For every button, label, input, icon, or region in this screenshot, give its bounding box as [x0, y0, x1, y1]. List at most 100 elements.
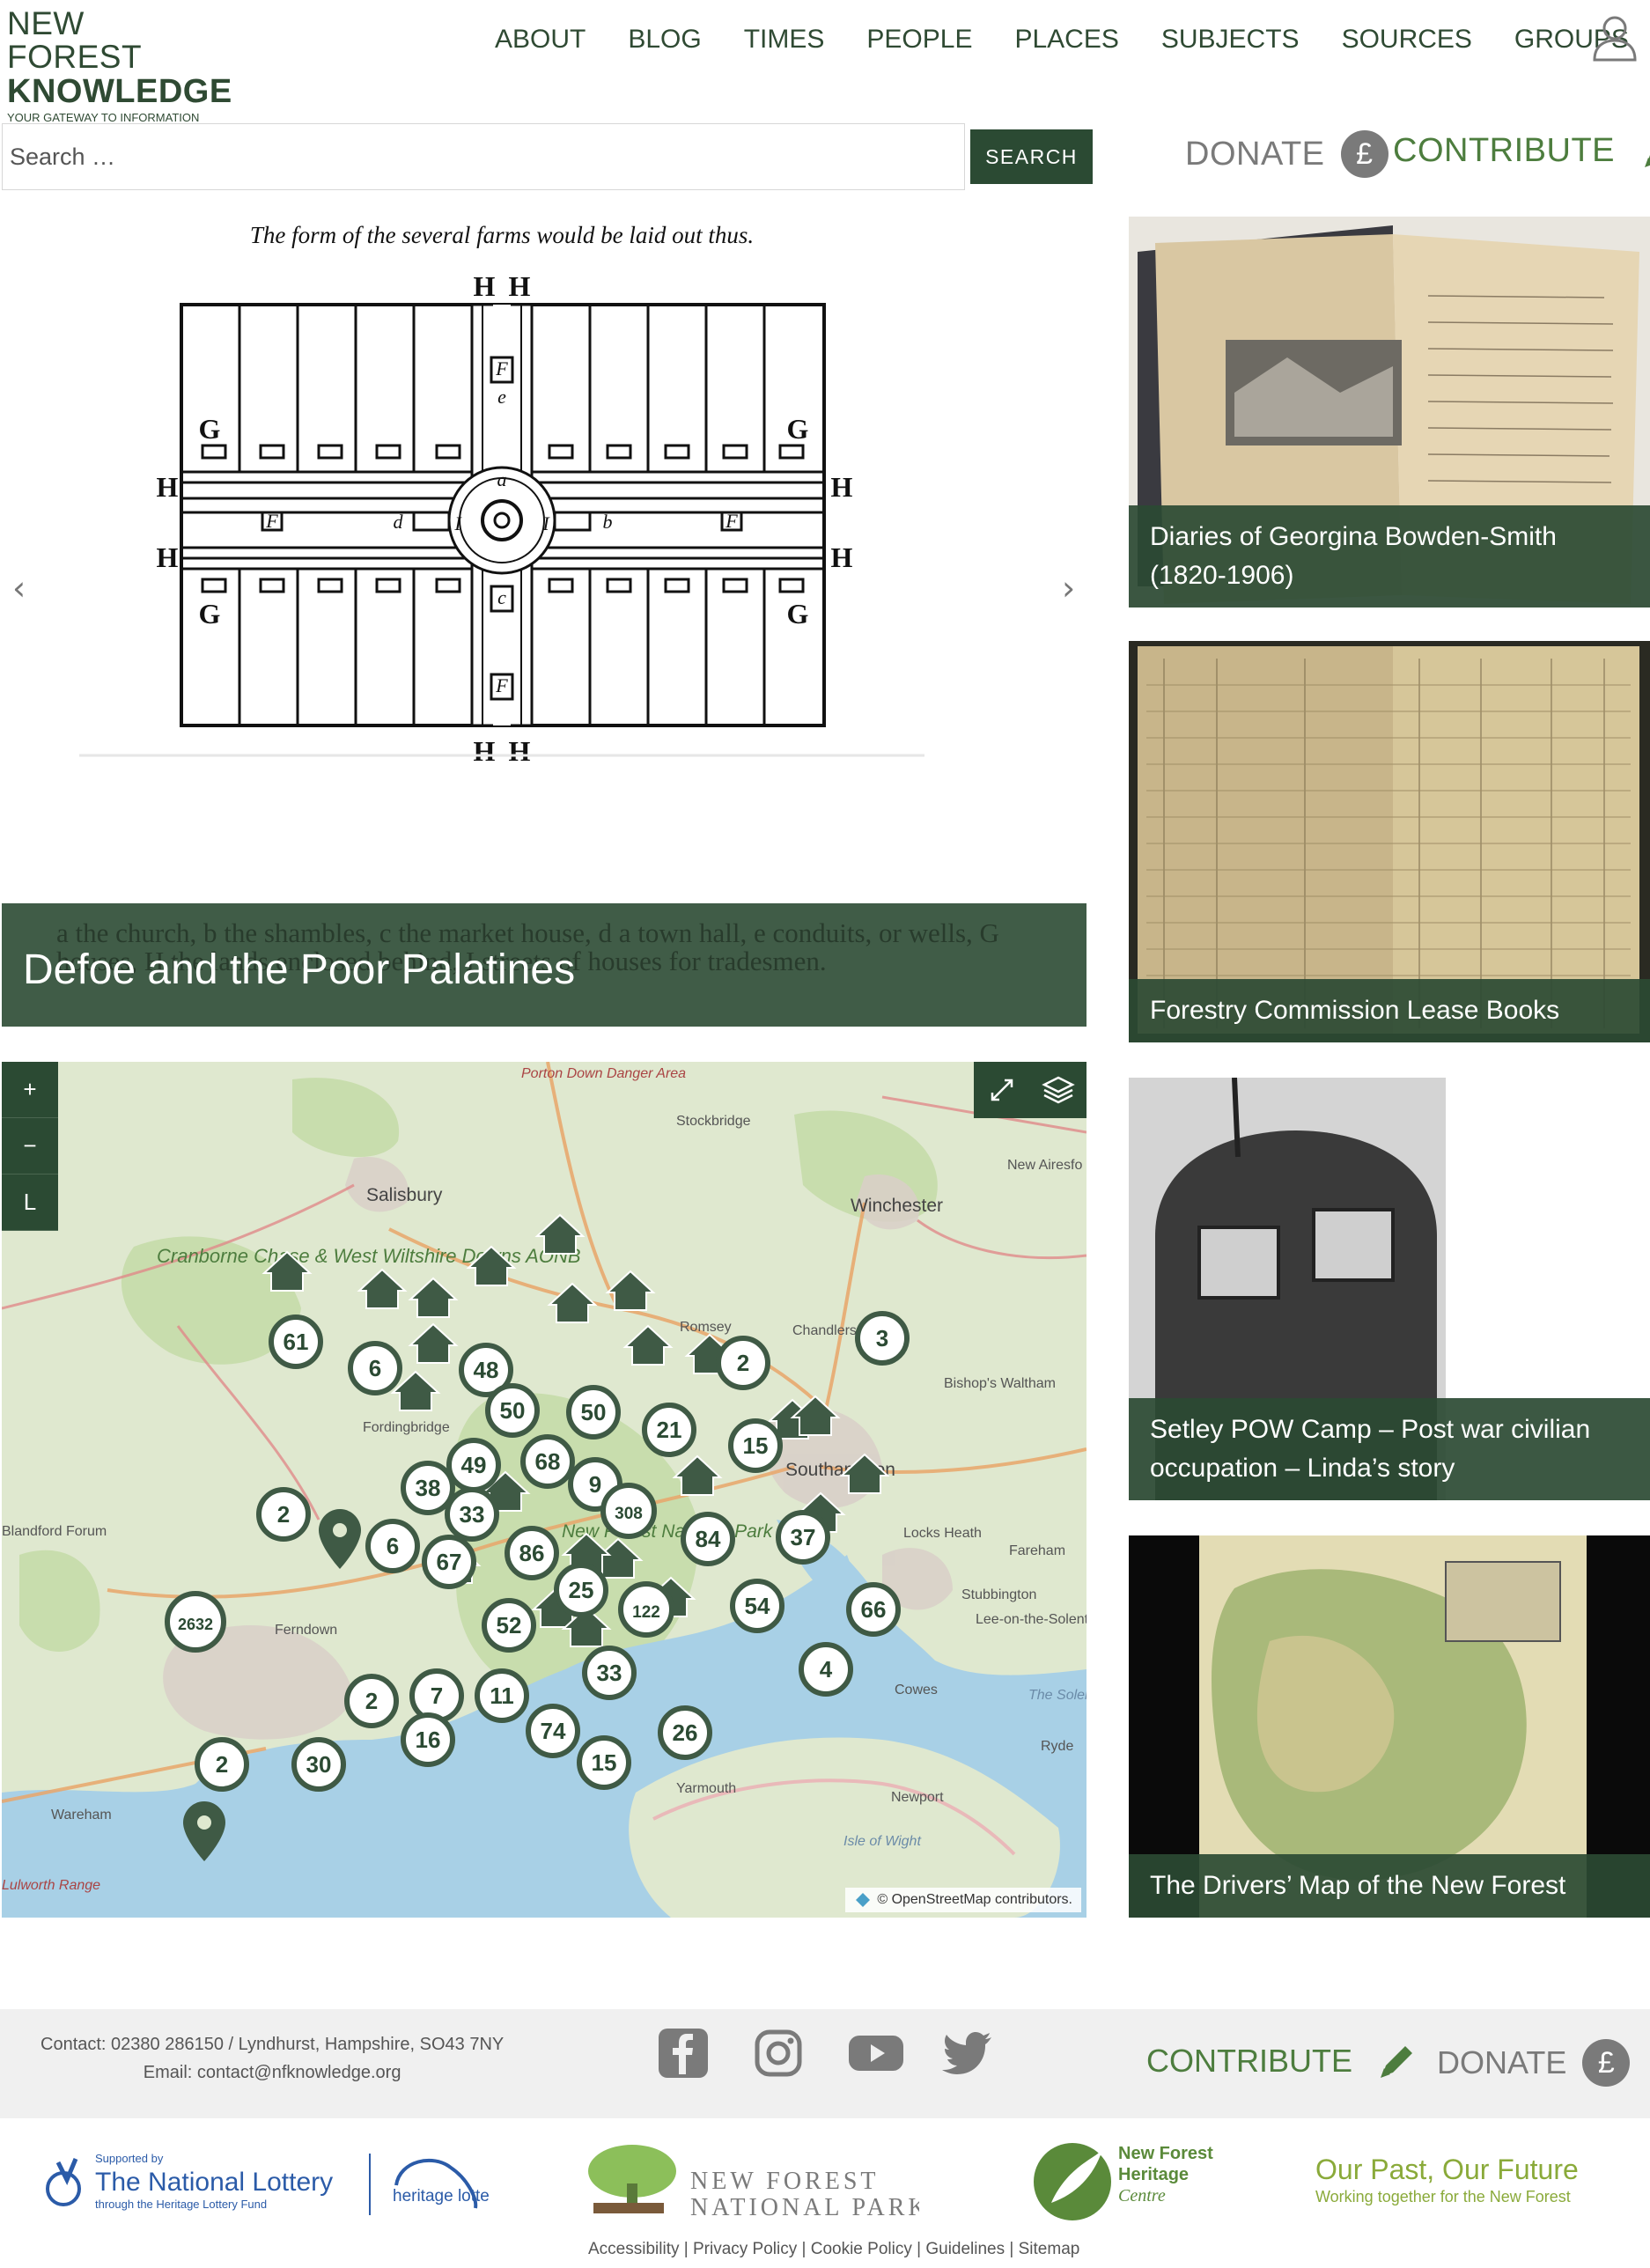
nav-places[interactable]: PLACES: [1014, 25, 1118, 55]
svg-text:b: b: [603, 511, 613, 533]
footer-contact-email[interactable]: Email: contact@nfknowledge.org: [41, 2058, 504, 2087]
cluster-count: 84: [696, 1526, 721, 1552]
map-cluster-marker[interactable]: 52: [482, 1598, 536, 1653]
map-cluster-marker[interactable]: 66: [846, 1582, 901, 1637]
svg-text:e: e: [497, 386, 506, 408]
cluster-count: 7: [431, 1683, 443, 1709]
map-cluster-marker[interactable]: 16: [401, 1712, 455, 1767]
slide-caption[interactable]: a the church, b the shambles, c the mark…: [2, 903, 1086, 1027]
cluster-count: 2: [216, 1751, 228, 1778]
svg-text:H: H: [157, 471, 179, 503]
map-cluster-marker[interactable]: 33: [582, 1646, 637, 1700]
svg-text:NATIONAL PARK: NATIONAL PARK: [690, 2194, 919, 2221]
card-lease-books[interactable]: Forestry Commission Lease Books: [1129, 641, 1650, 1042]
map-cluster-marker[interactable]: 6: [365, 1519, 420, 1573]
contribute-link-footer[interactable]: CONTRIBUTE: [1146, 2041, 1418, 2081]
map-cluster-marker[interactable]: 74: [526, 1704, 580, 1758]
card-setley-camp[interactable]: Setley POW Camp – Post war civilian occu…: [1129, 1078, 1650, 1500]
search-input[interactable]: [2, 123, 965, 190]
youtube-icon[interactable]: [847, 2027, 903, 2080]
locate-button[interactable]: L: [2, 1174, 58, 1231]
twitter-icon[interactable]: [942, 2027, 995, 2080]
map-canvas[interactable]: Porton Down Danger Area Stockbridge New …: [2, 1062, 1086, 1918]
map-cluster-marker[interactable]: 50: [485, 1383, 540, 1438]
attribution-text[interactable]: © OpenStreetMap contributors.: [877, 1892, 1072, 1908]
svg-text:Cranborne Chase & West Wiltshi: Cranborne Chase & West Wiltshire Downs A…: [157, 1245, 581, 1267]
svg-text:G: G: [199, 598, 221, 630]
leaflet-icon: [856, 1893, 871, 1907]
map-cluster-marker[interactable]: 68: [520, 1434, 575, 1489]
cluster-count: 4: [820, 1656, 833, 1683]
map-cluster-marker[interactable]: 6: [348, 1341, 402, 1395]
card-title: The Drivers’ Map of the New Forest: [1129, 1854, 1650, 1918]
card-title: Setley POW Camp – Post war civilian occu…: [1129, 1398, 1650, 1500]
map-cluster-marker[interactable]: 26: [658, 1705, 712, 1760]
link-accessibility[interactable]: Accessibility: [588, 2240, 679, 2258]
card-diaries[interactable]: Diaries of Georgina Bowden-Smith (1820-1…: [1129, 217, 1650, 608]
map-cluster-marker[interactable]: 122: [618, 1581, 674, 1638]
new-forest-heritage-centre-logo[interactable]: New Forest Heritage Centre: [1032, 2132, 1243, 2229]
svg-text:through the Heritage Lottery F: through the Heritage Lottery Fund: [95, 2198, 267, 2211]
layers-icon[interactable]: [1030, 1062, 1086, 1118]
map-cluster-marker[interactable]: 3: [855, 1311, 910, 1366]
slider-next-arrow[interactable]: ›: [1062, 569, 1075, 608]
zoom-in-button[interactable]: +: [2, 1062, 58, 1118]
nav-times[interactable]: TIMES: [744, 25, 825, 55]
link-guidelines[interactable]: Guidelines: [925, 2240, 1005, 2258]
map-cluster-marker[interactable]: 21: [642, 1403, 696, 1457]
map-cluster-marker[interactable]: 2: [344, 1674, 399, 1728]
link-sitemap[interactable]: Sitemap: [1019, 2240, 1080, 2258]
places-map[interactable]: Porton Down Danger Area Stockbridge New …: [2, 1062, 1086, 1918]
nav-blog[interactable]: BLOG: [628, 25, 701, 55]
our-past-our-future-logo[interactable]: Our Past, Our Future Working together fo…: [1315, 2154, 1615, 2224]
cluster-count: 52: [497, 1612, 522, 1638]
nav-sources[interactable]: SOURCES: [1342, 25, 1472, 55]
map-cluster-marker[interactable]: 2: [256, 1487, 311, 1542]
map-cluster-marker[interactable]: 38: [401, 1461, 455, 1515]
map-cluster-marker[interactable]: 33: [445, 1487, 499, 1542]
contribute-link-header[interactable]: CONTRIBUTE: [1393, 130, 1650, 171]
nav-subjects[interactable]: SUBJECTS: [1161, 25, 1300, 55]
zoom-out-button[interactable]: −: [2, 1118, 58, 1174]
nav-people[interactable]: PEOPLE: [866, 25, 972, 55]
new-forest-national-park-logo[interactable]: NEW FOREST NATIONAL PARK: [585, 2139, 926, 2228]
svg-text:Lee-on-the-Solent: Lee-on-the-Solent: [976, 1612, 1086, 1627]
card-drivers-map[interactable]: The Drivers’ Map of the New Forest: [1129, 1535, 1650, 1918]
svg-text:H: H: [831, 471, 853, 503]
nav-about[interactable]: ABOUT: [495, 25, 586, 55]
map-cluster-marker[interactable]: 54: [730, 1579, 784, 1633]
map-cluster-marker[interactable]: 30: [291, 1737, 346, 1792]
facebook-icon[interactable]: [657, 2027, 710, 2080]
slider-prev-arrow[interactable]: ‹: [12, 569, 26, 608]
map-cluster-marker[interactable]: 37: [776, 1510, 830, 1565]
map-cluster-marker[interactable]: 2: [716, 1336, 770, 1390]
map-cluster-marker[interactable]: 67: [422, 1535, 476, 1589]
map-cluster-marker[interactable]: 84: [681, 1512, 735, 1566]
cluster-count: 2: [737, 1350, 749, 1376]
map-cluster-marker[interactable]: 2: [195, 1737, 249, 1792]
link-privacy-policy[interactable]: Privacy Policy: [693, 2240, 797, 2258]
link-cookie-policy[interactable]: Cookie Policy: [811, 2240, 912, 2258]
donate-link-footer[interactable]: DONATE £: [1437, 2039, 1631, 2087]
map-cluster-marker[interactable]: 2632: [165, 1591, 226, 1653]
map-cluster-marker[interactable]: 15: [577, 1735, 631, 1790]
user-account-icon[interactable]: [1590, 12, 1639, 62]
map-cluster-marker[interactable]: 15: [728, 1418, 783, 1473]
svg-text:Ryde: Ryde: [1041, 1739, 1073, 1754]
cluster-count: 68: [535, 1448, 561, 1475]
national-lottery-logo[interactable]: Supported by The National Lottery throug…: [41, 2145, 541, 2224]
map-cluster-marker[interactable]: 308: [600, 1483, 657, 1539]
map-cluster-marker[interactable]: 86: [505, 1526, 559, 1580]
instagram-icon[interactable]: [752, 2027, 805, 2080]
map-cluster-marker[interactable]: 7: [409, 1668, 464, 1723]
map-cluster-marker[interactable]: 61: [269, 1314, 323, 1369]
map-cluster-marker[interactable]: 11: [475, 1668, 529, 1723]
map-cluster-marker[interactable]: 4: [799, 1642, 853, 1697]
map-cluster-marker[interactable]: 25: [554, 1563, 608, 1617]
map-cluster-marker[interactable]: 49: [446, 1438, 501, 1492]
search-button[interactable]: SEARCH: [970, 129, 1093, 184]
map-cluster-marker[interactable]: 50: [566, 1385, 621, 1440]
fullscreen-icon[interactable]: [974, 1062, 1030, 1118]
site-logo[interactable]: NEW FOREST KNOWLEDGE YOUR GATEWAY TO INF…: [7, 7, 232, 125]
donate-link-header[interactable]: DONATE £: [1185, 130, 1389, 178]
